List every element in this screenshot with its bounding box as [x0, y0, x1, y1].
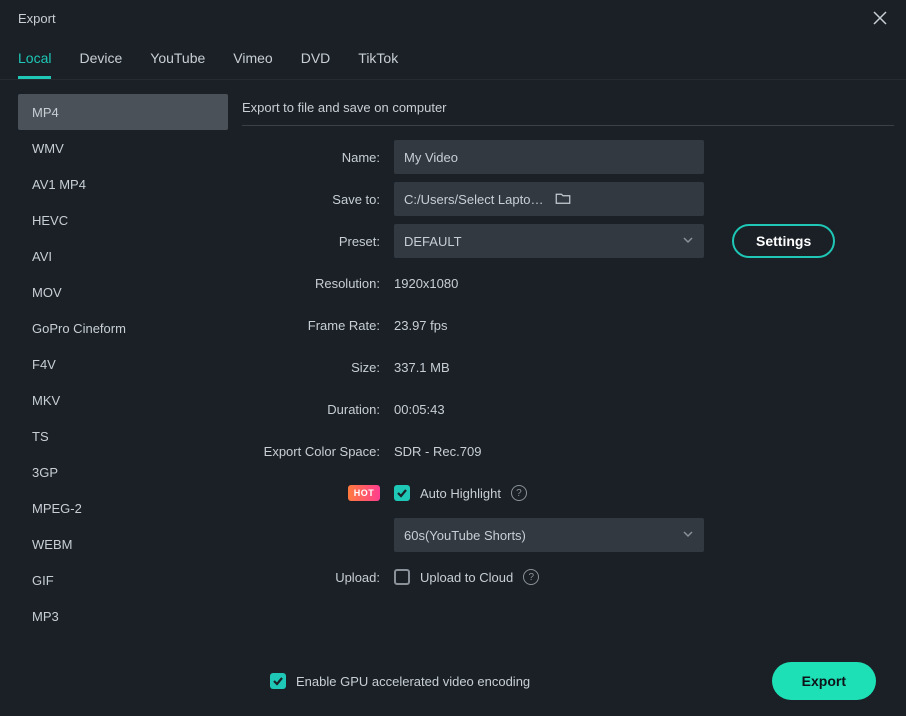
- row-duration: Duration: 00:05:43: [242, 392, 894, 426]
- colorspace-label: Export Color Space:: [242, 444, 380, 459]
- chevron-down-icon: [682, 528, 694, 543]
- auto-highlight-help[interactable]: ?: [511, 485, 527, 501]
- shorts-value: 60s(YouTube Shorts): [404, 528, 526, 543]
- format-item[interactable]: TS: [18, 418, 228, 454]
- form-rows: Name: Save to: C:/Users/Select Laptops/M…: [242, 140, 894, 594]
- row-name: Name:: [242, 140, 894, 174]
- auto-highlight-checkbox[interactable]: [394, 485, 410, 501]
- upload-label: Upload:: [242, 570, 380, 585]
- export-dialog: Export Local Device YouTube Vimeo DVD Ti…: [0, 0, 906, 716]
- resolution-label: Resolution:: [242, 276, 380, 291]
- chevron-down-icon: [682, 234, 694, 249]
- folder-icon: [554, 189, 572, 207]
- format-item[interactable]: GoPro Cineform: [18, 310, 228, 346]
- dialog-body: MP4 WMV AV1 MP4 HEVC AVI MOV GoPro Cinef…: [0, 80, 906, 656]
- row-auto-highlight: HOT Auto Highlight ?: [242, 476, 894, 510]
- browse-folder-button[interactable]: [554, 189, 696, 210]
- size-value: 337.1 MB: [394, 360, 450, 375]
- row-saveto: Save to: C:/Users/Select Laptops/Music: [242, 182, 894, 216]
- framerate-value: 23.97 fps: [394, 318, 448, 333]
- preset-label: Preset:: [242, 234, 380, 249]
- window-title: Export: [18, 11, 56, 26]
- tab-device[interactable]: Device: [79, 46, 122, 79]
- format-item[interactable]: MP4: [18, 94, 228, 130]
- format-item[interactable]: MKV: [18, 382, 228, 418]
- resolution-value: 1920x1080: [394, 276, 458, 291]
- size-label: Size:: [242, 360, 380, 375]
- row-preset: Preset: DEFAULT Settings: [242, 224, 894, 258]
- upload-cloud-help[interactable]: ?: [523, 569, 539, 585]
- check-icon: [272, 675, 284, 687]
- auto-highlight-label: Auto Highlight: [420, 486, 501, 501]
- format-item[interactable]: MOV: [18, 274, 228, 310]
- format-item[interactable]: AV1 MP4: [18, 166, 228, 202]
- format-item[interactable]: MPEG-2: [18, 490, 228, 526]
- framerate-label: Frame Rate:: [242, 318, 380, 333]
- preset-value: DEFAULT: [404, 234, 462, 249]
- tab-youtube[interactable]: YouTube: [150, 46, 205, 79]
- settings-button[interactable]: Settings: [732, 224, 835, 258]
- hot-badge: HOT: [348, 485, 380, 501]
- format-item[interactable]: GIF: [18, 562, 228, 598]
- export-button[interactable]: Export: [772, 662, 876, 700]
- upload-cloud-label: Upload to Cloud: [420, 570, 513, 585]
- tab-vimeo[interactable]: Vimeo: [233, 46, 272, 79]
- format-item[interactable]: F4V: [18, 346, 228, 382]
- saveto-field[interactable]: C:/Users/Select Laptops/Music: [394, 182, 704, 216]
- row-size: Size: 337.1 MB: [242, 350, 894, 384]
- colorspace-value: SDR - Rec.709: [394, 444, 481, 459]
- row-upload: Upload: Upload to Cloud ?: [242, 560, 894, 594]
- gpu-encoding-option: Enable GPU accelerated video encoding: [270, 673, 530, 689]
- name-label: Name:: [242, 150, 380, 165]
- duration-label: Duration:: [242, 402, 380, 417]
- row-colorspace: Export Color Space: SDR - Rec.709: [242, 434, 894, 468]
- format-item[interactable]: WMV: [18, 130, 228, 166]
- name-input[interactable]: [394, 140, 704, 174]
- saveto-path: C:/Users/Select Laptops/Music: [404, 192, 546, 207]
- close-button[interactable]: [868, 6, 892, 30]
- tab-local[interactable]: Local: [18, 46, 51, 79]
- main-heading: Export to file and save on computer: [242, 100, 894, 126]
- titlebar: Export: [0, 0, 906, 36]
- upload-cloud-checkbox[interactable]: [394, 569, 410, 585]
- format-item[interactable]: 3GP: [18, 454, 228, 490]
- format-item[interactable]: MP3: [18, 598, 228, 634]
- row-framerate: Frame Rate: 23.97 fps: [242, 308, 894, 342]
- tab-dvd[interactable]: DVD: [301, 46, 331, 79]
- gpu-encoding-label: Enable GPU accelerated video encoding: [296, 674, 530, 689]
- format-sidebar: MP4 WMV AV1 MP4 HEVC AVI MOV GoPro Cinef…: [18, 94, 228, 646]
- duration-value: 00:05:43: [394, 402, 445, 417]
- gpu-encoding-checkbox[interactable]: [270, 673, 286, 689]
- format-item[interactable]: AVI: [18, 238, 228, 274]
- format-item[interactable]: HEVC: [18, 202, 228, 238]
- format-item[interactable]: WEBM: [18, 526, 228, 562]
- saveto-label: Save to:: [242, 192, 380, 207]
- row-shorts: 60s(YouTube Shorts): [242, 518, 894, 552]
- tab-tiktok[interactable]: TikTok: [358, 46, 398, 79]
- main-panel: Export to file and save on computer Name…: [242, 94, 894, 646]
- close-icon: [873, 11, 887, 25]
- destination-tabs: Local Device YouTube Vimeo DVD TikTok: [0, 36, 906, 80]
- check-icon: [396, 487, 408, 499]
- footer: Enable GPU accelerated video encoding Ex…: [0, 656, 906, 716]
- row-resolution: Resolution: 1920x1080: [242, 266, 894, 300]
- preset-select[interactable]: DEFAULT: [394, 224, 704, 258]
- shorts-select[interactable]: 60s(YouTube Shorts): [394, 518, 704, 552]
